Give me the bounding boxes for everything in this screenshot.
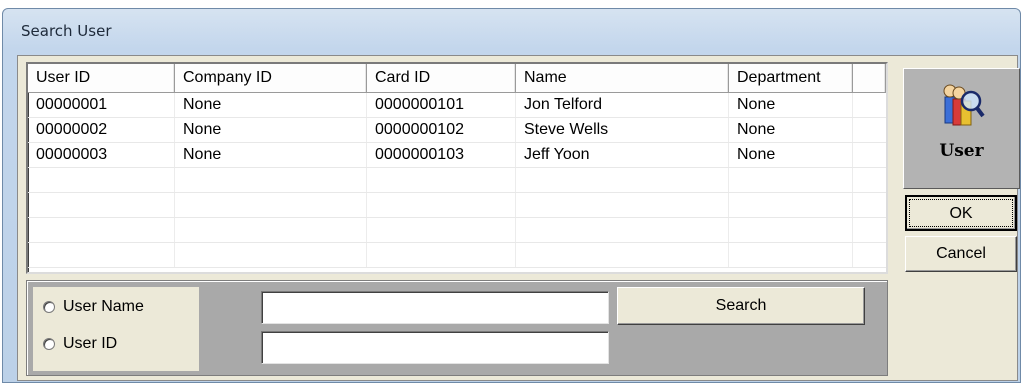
- column-header-filler: [853, 64, 886, 93]
- cell-company-id: None: [175, 118, 367, 142]
- list-header: User ID Company ID Card ID Name Departme…: [28, 64, 886, 93]
- cell-company-id: None: [175, 143, 367, 167]
- table-row[interactable]: 00000002 None 0000000102 Steve Wells Non…: [28, 118, 886, 143]
- user-icon-panel: User: [903, 68, 1020, 189]
- cell-name: Jeff Yoon: [516, 143, 729, 167]
- table-row[interactable]: 00000003 None 0000000103 Jeff Yoon None: [28, 143, 886, 168]
- column-header-user-id[interactable]: User ID: [28, 64, 175, 93]
- table-row[interactable]: 00000001 None 0000000101 Jon Telford Non…: [28, 93, 886, 118]
- radio-user-name[interactable]: User Name: [43, 295, 144, 319]
- ok-button[interactable]: OK: [905, 195, 1017, 231]
- empty-row: [28, 193, 886, 218]
- radio-user-id[interactable]: User ID: [43, 332, 117, 356]
- search-panel: User Name User ID Search: [26, 280, 888, 376]
- cell-company-id: None: [175, 93, 367, 117]
- radio-user-name-label: User Name: [63, 298, 144, 315]
- search-button[interactable]: Search: [617, 287, 865, 325]
- user-list[interactable]: User ID Company ID Card ID Name Departme…: [26, 62, 888, 274]
- cell-department: None: [729, 118, 853, 142]
- column-header-department[interactable]: Department: [729, 64, 853, 93]
- cell-name: Steve Wells: [516, 118, 729, 142]
- user-search-icon: [943, 84, 985, 126]
- empty-row: [28, 168, 886, 193]
- empty-row: [28, 243, 886, 268]
- cell-user-id: 00000001: [28, 93, 175, 117]
- dialog-title: Search User: [21, 22, 112, 40]
- radio-button-user-name[interactable]: [43, 301, 55, 313]
- cell-user-id: 00000003: [28, 143, 175, 167]
- cell-card-id: 0000000103: [367, 143, 516, 167]
- cancel-button[interactable]: Cancel: [905, 236, 1017, 272]
- empty-row: [28, 218, 886, 243]
- column-header-name[interactable]: Name: [516, 64, 729, 93]
- cell-department: None: [729, 93, 853, 117]
- cell-name: Jon Telford: [516, 93, 729, 117]
- cell-user-id: 00000002: [28, 118, 175, 142]
- user-id-input[interactable]: [261, 331, 609, 364]
- cell-department: None: [729, 143, 853, 167]
- radio-user-id-label: User ID: [63, 335, 118, 352]
- search-user-dialog: Search User User ID Company ID Card ID N…: [2, 8, 1021, 383]
- radio-button-user-id[interactable]: [43, 338, 55, 350]
- user-name-input[interactable]: [261, 291, 609, 324]
- search-mode-group: User Name User ID: [33, 287, 199, 371]
- user-panel-label: User: [939, 141, 984, 161]
- dialog-client-area: User ID Company ID Card ID Name Departme…: [17, 55, 1020, 381]
- column-header-company-id[interactable]: Company ID: [175, 64, 367, 93]
- column-header-card-id[interactable]: Card ID: [367, 64, 516, 93]
- list-body: 00000001 None 0000000101 Jon Telford Non…: [28, 93, 886, 268]
- cell-card-id: 0000000102: [367, 118, 516, 142]
- cell-card-id: 0000000101: [367, 93, 516, 117]
